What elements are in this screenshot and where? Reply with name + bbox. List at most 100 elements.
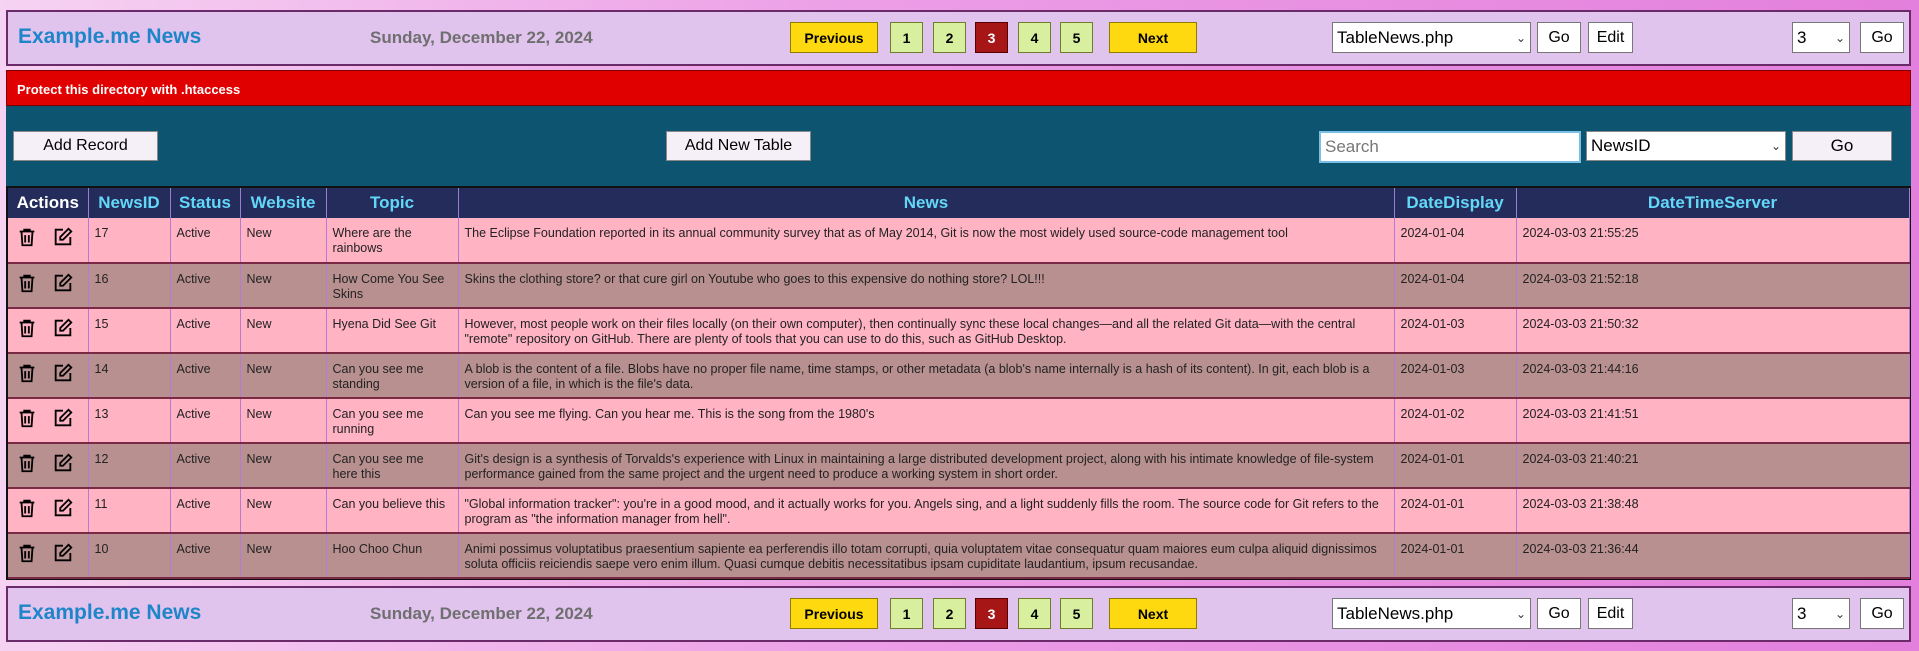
table-row: 11 Active New Can you believe this "Global i…: [8, 488, 1910, 533]
edit-button[interactable]: Edit: [1588, 598, 1633, 629]
bottom-nav-bar: Example.me News Sunday, December 22, 202…: [6, 586, 1911, 642]
header-datedisplay[interactable]: DateDisplay: [1394, 188, 1517, 218]
datetimeserver-cell: 2024-03-03 21:41:51: [1516, 398, 1910, 443]
topic-cell: Hyena Did See Git: [326, 308, 459, 353]
website-cell: New: [240, 443, 327, 488]
trash-icon[interactable]: [16, 497, 38, 519]
datetimeserver-cell: 2024-03-03 21:40:21: [1516, 443, 1910, 488]
brand-title[interactable]: Example.me News: [18, 25, 201, 49]
news-cell: Animi possimus voluptatibus praesentium …: [458, 533, 1395, 578]
newsid-cell: 10: [88, 533, 171, 578]
page-select[interactable]: 3 ⌄: [1792, 598, 1850, 629]
file-select[interactable]: TableNews.php ⌄: [1332, 22, 1531, 53]
trash-icon[interactable]: [16, 272, 38, 294]
page-4-button[interactable]: 4: [1018, 598, 1051, 629]
chevron-down-icon: ⌄: [1834, 606, 1845, 621]
page-select[interactable]: 3 ⌄: [1792, 22, 1850, 53]
edit-icon[interactable]: [52, 407, 74, 429]
news-cell: A blob is the content of a file. Blobs h…: [458, 353, 1395, 398]
next-button[interactable]: Next: [1109, 598, 1197, 629]
datetimeserver-cell: 2024-03-03 21:55:25: [1516, 218, 1910, 263]
file-go-button[interactable]: Go: [1537, 598, 1581, 629]
trash-icon[interactable]: [16, 226, 38, 248]
brand-title[interactable]: Example.me News: [18, 601, 201, 625]
status-cell: Active: [170, 533, 241, 578]
table-row: 17 Active New Where are the rainbows The Ecl…: [8, 218, 1910, 263]
previous-button[interactable]: Previous: [790, 22, 878, 53]
edit-icon[interactable]: [52, 542, 74, 564]
topic-cell: Can you see me standing: [326, 353, 459, 398]
topic-cell: Hoo Choo Chun: [326, 533, 459, 578]
search-go-button[interactable]: Go: [1792, 131, 1892, 161]
trash-icon[interactable]: [16, 407, 38, 429]
header-website[interactable]: Website: [240, 188, 327, 218]
chevron-down-icon: ⌄: [1834, 30, 1845, 45]
page-2-button[interactable]: 2: [933, 22, 966, 53]
header-topic[interactable]: Topic: [326, 188, 459, 218]
current-date: Sunday, December 22, 2024: [370, 28, 593, 47]
website-cell: New: [240, 218, 327, 263]
status-cell: Active: [170, 398, 241, 443]
edit-button[interactable]: Edit: [1588, 22, 1633, 53]
header-datetimeserver[interactable]: DateTimeServer: [1516, 188, 1910, 218]
topic-cell: Can you see me here this: [326, 443, 459, 488]
edit-icon[interactable]: [52, 272, 74, 294]
datedisplay-cell: 2024-01-04: [1394, 218, 1517, 263]
news-cell: The Eclipse Foundation reported in its a…: [458, 218, 1395, 263]
previous-button[interactable]: Previous: [790, 598, 878, 629]
edit-icon[interactable]: [52, 362, 74, 384]
add-new-table-button[interactable]: Add New Table: [666, 131, 811, 161]
header-status[interactable]: Status: [170, 188, 241, 218]
search-input[interactable]: Search: [1319, 131, 1581, 163]
news-table: Actions NewsID Status Website Topic News…: [6, 186, 1911, 580]
website-cell: New: [240, 353, 327, 398]
edit-icon[interactable]: [52, 317, 74, 339]
chevron-down-icon: ⌄: [1770, 139, 1781, 153]
topic-cell: How Come You See Skins: [326, 263, 459, 308]
trash-icon[interactable]: [16, 317, 38, 339]
news-cell: Git's design is a synthesis of Torvalds'…: [458, 443, 1395, 488]
file-go-button[interactable]: Go: [1537, 22, 1581, 53]
file-select[interactable]: TableNews.php ⌄: [1332, 598, 1531, 629]
edit-icon[interactable]: [52, 497, 74, 519]
page-2-button[interactable]: 2: [933, 598, 966, 629]
newsid-cell: 11: [88, 488, 171, 533]
page-go-button[interactable]: Go: [1860, 598, 1904, 629]
datedisplay-cell: 2024-01-01: [1394, 443, 1517, 488]
edit-icon[interactable]: [52, 452, 74, 474]
current-date: Sunday, December 22, 2024: [370, 604, 593, 623]
page-4-button[interactable]: 4: [1018, 22, 1051, 53]
add-record-button[interactable]: Add Record: [13, 131, 158, 161]
table-row: 16 Active New How Come You See Skins Skins t…: [8, 263, 1910, 308]
datedisplay-cell: 2024-01-01: [1394, 533, 1517, 578]
trash-icon[interactable]: [16, 452, 38, 474]
page-go-button[interactable]: Go: [1860, 22, 1904, 53]
datedisplay-cell: 2024-01-04: [1394, 263, 1517, 308]
edit-icon[interactable]: [52, 226, 74, 248]
actions-cell: [8, 398, 89, 443]
page-5-button[interactable]: 5: [1060, 22, 1093, 53]
actions-cell: [8, 443, 89, 488]
next-button[interactable]: Next: [1109, 22, 1197, 53]
page-1-button[interactable]: 1: [890, 22, 923, 53]
header-newsid[interactable]: NewsID: [88, 188, 171, 218]
page-5-button[interactable]: 5: [1060, 598, 1093, 629]
datetimeserver-cell: 2024-03-03 21:50:32: [1516, 308, 1910, 353]
topic-cell: Where are the rainbows: [326, 218, 459, 263]
newsid-cell: 17: [88, 218, 171, 263]
page-3-button[interactable]: 3: [975, 598, 1008, 629]
page-select-value: 3: [1797, 603, 1807, 623]
actions-cell: [8, 263, 89, 308]
news-cell: "Global information tracker": you're in …: [458, 488, 1395, 533]
newsid-cell: 14: [88, 353, 171, 398]
topic-cell: Can you believe this: [326, 488, 459, 533]
page-3-button[interactable]: 3: [975, 22, 1008, 53]
file-select-value: TableNews.php: [1337, 27, 1454, 47]
status-cell: Active: [170, 263, 241, 308]
trash-icon[interactable]: [16, 542, 38, 564]
status-cell: Active: [170, 488, 241, 533]
trash-icon[interactable]: [16, 362, 38, 384]
search-field-select[interactable]: NewsID ⌄: [1586, 131, 1786, 161]
header-news[interactable]: News: [458, 188, 1395, 218]
page-1-button[interactable]: 1: [890, 598, 923, 629]
